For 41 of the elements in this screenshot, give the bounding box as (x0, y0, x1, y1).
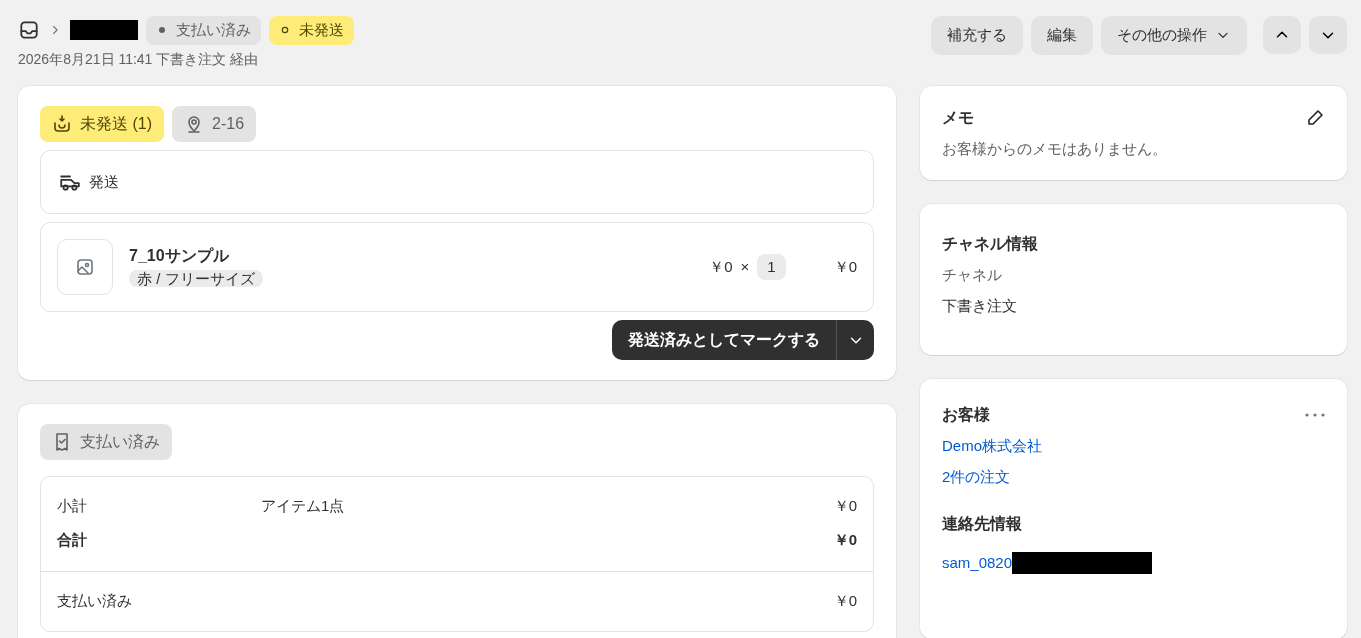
customer-name-link[interactable]: Demo株式会社 (942, 437, 1042, 454)
card-title: メモ (942, 107, 974, 128)
variant-tag: 赤 / フリーサイズ (129, 269, 263, 287)
orders-link[interactable]: 2件の注文 (942, 467, 1011, 485)
card-title: チャネル情報 (942, 234, 1039, 254)
status-badge: 未発送 (269, 16, 354, 45)
line-total: ￥0 (833, 256, 857, 277)
delivery-label: 発送 (89, 171, 119, 192)
action-button[interactable]: 補充する (931, 16, 1023, 55)
summary-label: 合計 (57, 530, 88, 550)
ellipsis-icon (1305, 413, 1325, 417)
unit-price: ￥0 (709, 256, 733, 277)
redaction-block (70, 20, 138, 41)
paid-amount: ￥0 (833, 591, 857, 611)
summary-amount: ￥0 (833, 496, 857, 516)
fulfillment-status-badge: 未発送 (1) (40, 105, 164, 142)
email-link[interactable]: sam_0820 (942, 552, 1013, 575)
location-badge: 2-16 (172, 105, 257, 142)
quantity-badge: 1 (757, 253, 786, 281)
summary-description: アイテム1点 (261, 496, 346, 516)
summary-amount: ￥0 (833, 530, 857, 550)
product-title: 7_10サンプル (129, 245, 230, 266)
inbox-icon (18, 19, 40, 42)
channel-value: 下書き注文 (942, 295, 1018, 316)
more-actions-button[interactable] (1305, 413, 1325, 417)
card-title: お客様 (942, 405, 990, 425)
summary-label: 小計 (57, 496, 88, 516)
action-button[interactable]: その他の操作 (1101, 16, 1247, 55)
order-date: 2026年8月21日 11:41 下書き注文 経由 (18, 49, 260, 69)
box-icon (52, 113, 72, 134)
status-badge: 支払い済み (146, 16, 261, 45)
section-title: 連絡先情報 (942, 514, 1023, 534)
multiply-sign: × (740, 256, 750, 277)
paid-label: 支払い済み (57, 591, 132, 611)
field-label: チャネル (942, 265, 1003, 285)
note-text: お客様からのメモはありません。 (942, 138, 1168, 159)
more-options-button[interactable] (836, 320, 874, 360)
image-icon (75, 257, 95, 277)
action-button[interactable]: 編集 (1031, 16, 1093, 55)
payment-status-badge: 支払い済み (40, 424, 172, 460)
mark-as-shipped-button[interactable]: 発送済みとしてマークする (612, 320, 836, 360)
